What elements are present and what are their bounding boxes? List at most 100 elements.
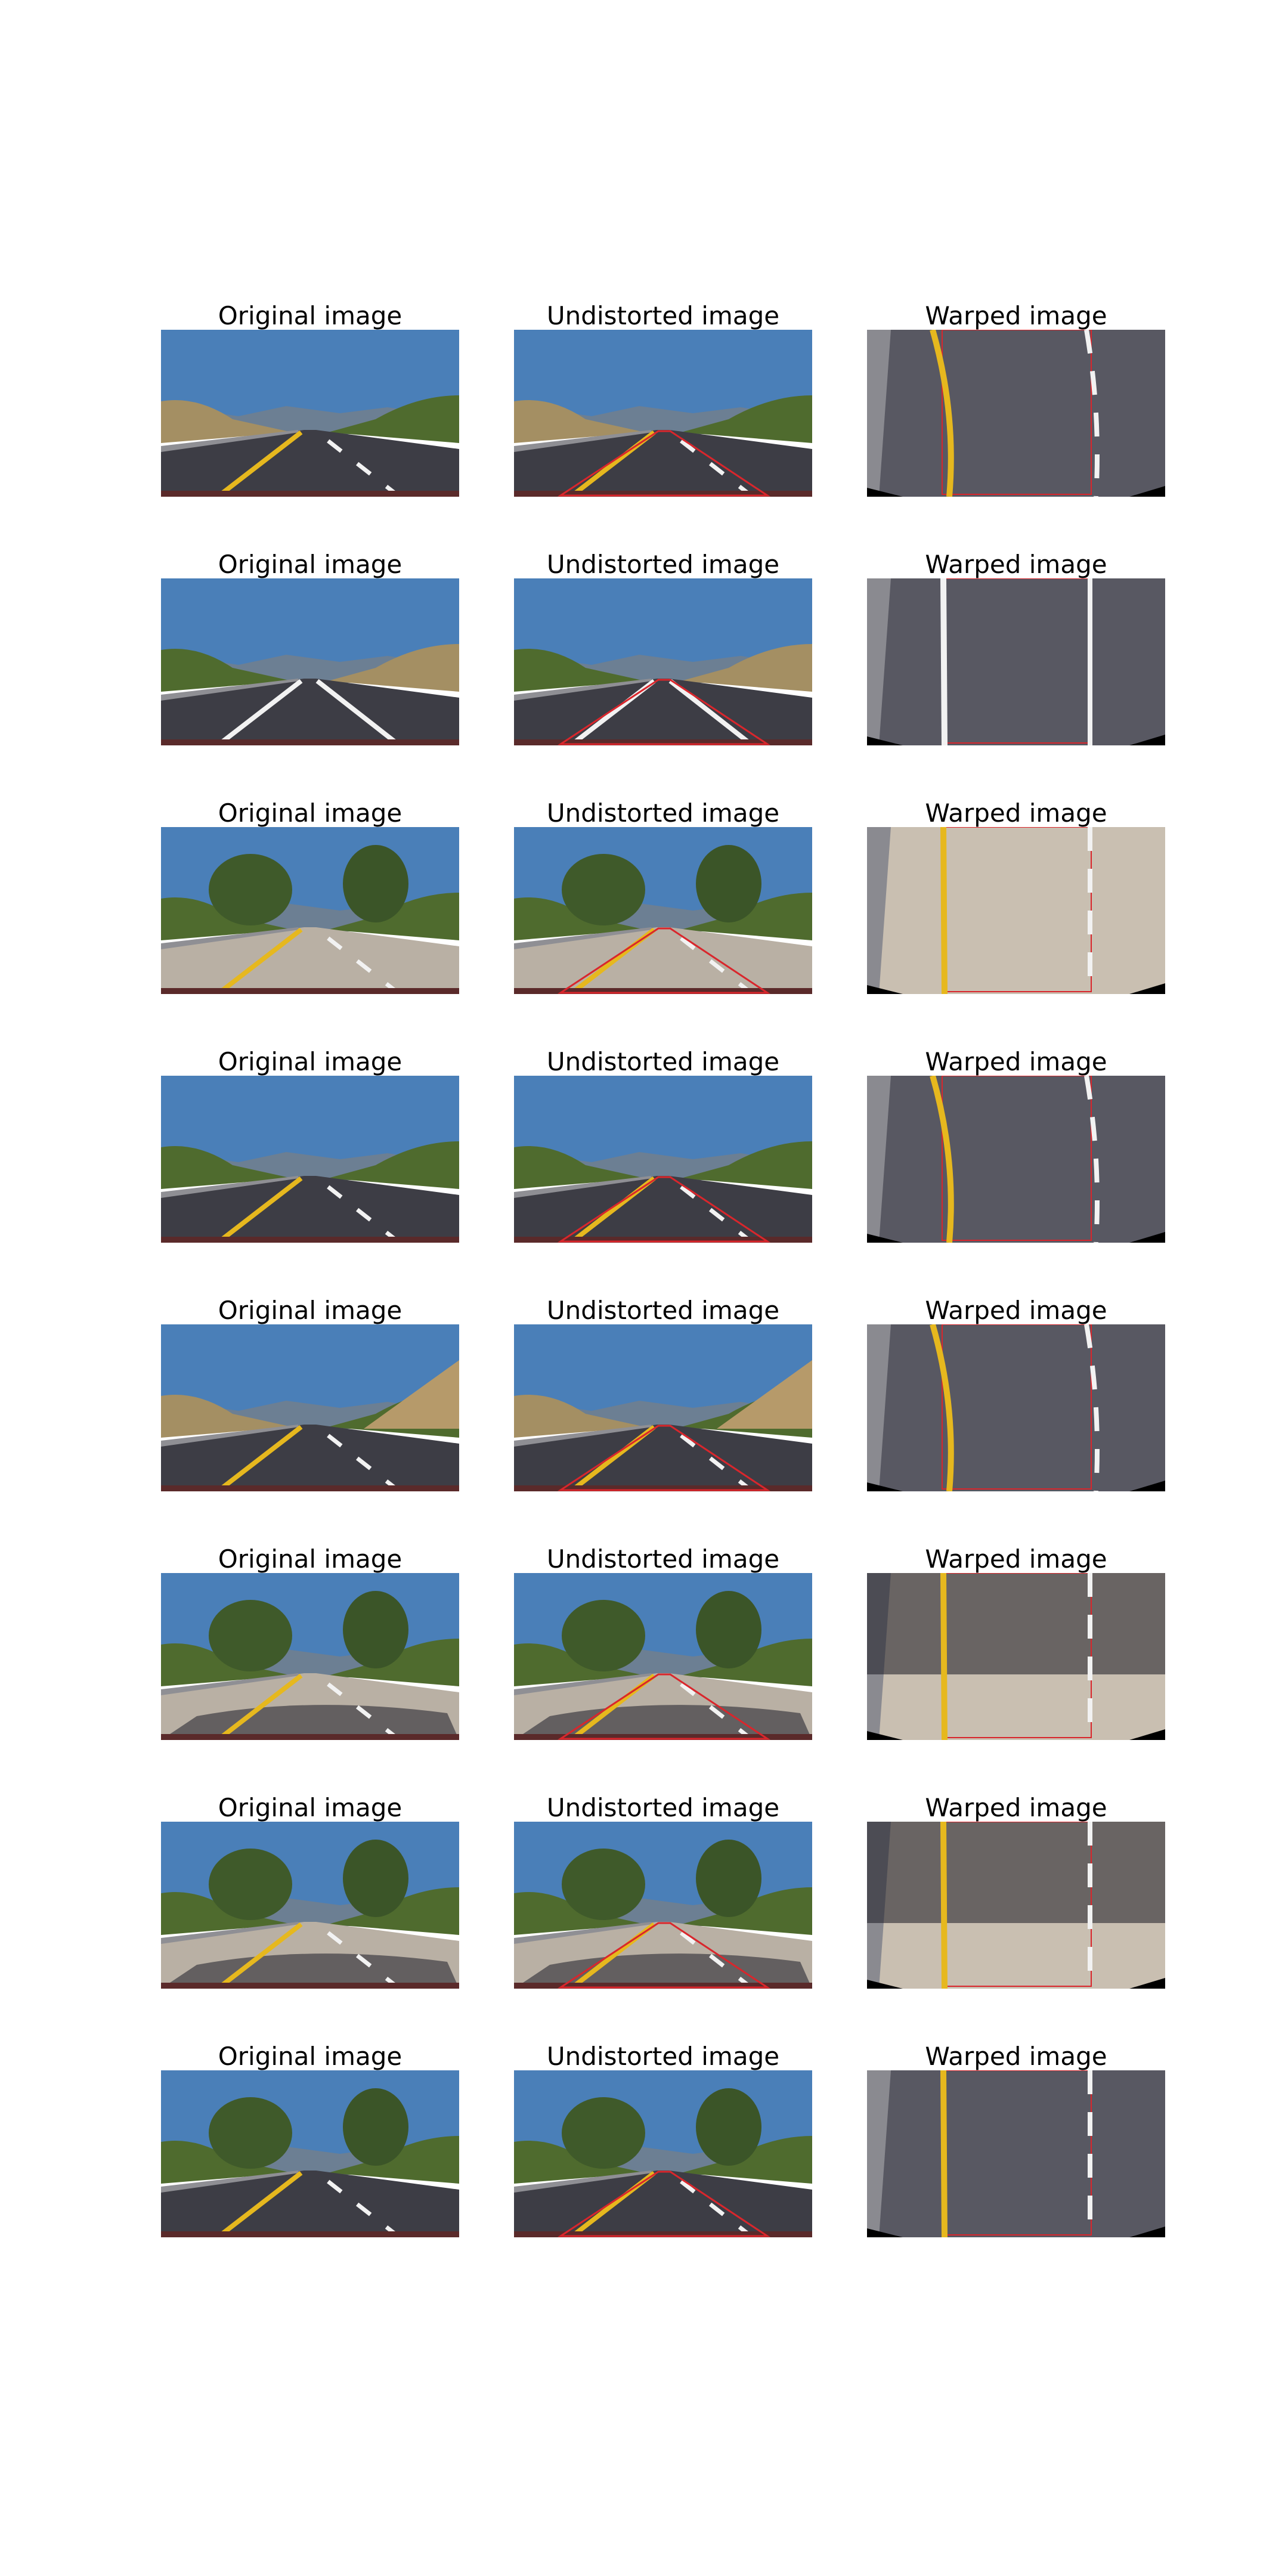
original-road-image xyxy=(161,1076,459,1243)
warped-road-image xyxy=(867,827,1165,994)
panel-title: Warped image xyxy=(925,1544,1107,1574)
warped-road-image xyxy=(867,1076,1165,1243)
road-surface xyxy=(514,430,812,497)
warped-left-lane xyxy=(940,1822,948,1989)
original-road-image xyxy=(161,2070,459,2237)
figure-panel-undistorted: Undistorted image xyxy=(514,1048,812,1243)
figure-panel-original: Original image xyxy=(161,800,459,994)
panel-title: Undistorted image xyxy=(546,798,780,828)
figure-panel-warped: Warped image xyxy=(867,1546,1165,1740)
panel-title: Original image xyxy=(218,1296,402,1325)
original-road-image xyxy=(161,1324,459,1491)
road-surface xyxy=(514,679,812,745)
road-surface xyxy=(161,1176,459,1243)
panel-title: Warped image xyxy=(925,550,1107,579)
car-hood xyxy=(161,491,459,497)
panel-title: Original image xyxy=(218,1544,402,1574)
original-road-image xyxy=(161,1573,459,1740)
tree-right xyxy=(696,2088,761,2166)
road-surface xyxy=(161,927,459,994)
figure-panel-undistorted: Undistorted image xyxy=(514,1546,812,1740)
figure-panel-original: Original image xyxy=(161,1546,459,1740)
tree-right xyxy=(343,2088,408,2166)
figure-panel-original: Original image xyxy=(161,302,459,497)
warped-left-lane xyxy=(940,1573,948,1740)
warped-surface xyxy=(867,827,1165,994)
panel-title: Warped image xyxy=(925,1047,1107,1076)
figure-panel-original: Original image xyxy=(161,1794,459,1989)
undistorted-road-image xyxy=(514,330,812,497)
figure-panel-original: Original image xyxy=(161,1297,459,1491)
tree-left xyxy=(209,854,292,925)
image-grid: Original image Undistorted image Warped im… xyxy=(0,0,1288,2576)
warped-surface xyxy=(867,1076,1165,1243)
panel-title: Original image xyxy=(218,301,402,330)
panel-title: Original image xyxy=(218,550,402,579)
undistorted-road-image xyxy=(514,2070,812,2237)
figure-panel-warped: Warped image xyxy=(867,2043,1165,2237)
figure-panel-warped: Warped image xyxy=(867,800,1165,994)
tree-right xyxy=(343,1840,408,1917)
road-surface xyxy=(161,1425,459,1491)
warped-surface xyxy=(867,578,1165,745)
figure-panel-undistorted: Undistorted image xyxy=(514,551,812,745)
original-road-image xyxy=(161,827,459,994)
panel-title: Original image xyxy=(218,1793,402,1822)
panel-title: Warped image xyxy=(925,301,1107,330)
figure-panel-undistorted: Undistorted image xyxy=(514,302,812,497)
undistorted-road-image xyxy=(514,1573,812,1740)
undistorted-road-image xyxy=(514,1076,812,1243)
warped-shadow xyxy=(867,1573,1165,1674)
figure-panel-warped: Warped image xyxy=(867,302,1165,497)
tree-left xyxy=(562,1600,645,1671)
panel-title: Undistorted image xyxy=(546,1047,780,1076)
undistorted-road-image xyxy=(514,1822,812,1989)
warped-road-image xyxy=(867,1324,1165,1491)
car-hood xyxy=(161,1485,459,1491)
road-surface xyxy=(514,1176,812,1243)
original-road-image xyxy=(161,330,459,497)
original-road-image xyxy=(161,1822,459,1989)
road-surface xyxy=(161,430,459,497)
tree-left xyxy=(209,2097,292,2169)
undistorted-road-image xyxy=(514,1324,812,1491)
figure-panel-undistorted: Undistorted image xyxy=(514,2043,812,2237)
figure-panel-warped: Warped image xyxy=(867,1297,1165,1491)
panel-title: Original image xyxy=(218,2042,402,2071)
car-hood xyxy=(161,739,459,745)
tree-right xyxy=(696,1840,761,1917)
road-surface xyxy=(514,927,812,994)
car-hood xyxy=(161,1734,459,1740)
figure-panel-warped: Warped image xyxy=(867,551,1165,745)
figure-panel-original: Original image xyxy=(161,1048,459,1243)
road-surface xyxy=(514,1425,812,1491)
original-road-image xyxy=(161,578,459,745)
panel-title: Undistorted image xyxy=(546,2042,780,2071)
car-hood xyxy=(161,1983,459,1989)
car-hood xyxy=(161,988,459,994)
panel-title: Warped image xyxy=(925,1793,1107,1822)
tree-left xyxy=(209,1849,292,1920)
figure-panel-undistorted: Undistorted image xyxy=(514,800,812,994)
warped-surface xyxy=(867,2070,1165,2237)
panel-title: Warped image xyxy=(925,1296,1107,1325)
panel-title: Undistorted image xyxy=(546,1296,780,1325)
panel-title: Original image xyxy=(218,1047,402,1076)
panel-title: Undistorted image xyxy=(546,1544,780,1574)
tree-right xyxy=(343,845,408,922)
warped-road-image xyxy=(867,330,1165,497)
panel-title: Warped image xyxy=(925,2042,1107,2071)
figure-panel-warped: Warped image xyxy=(867,1794,1165,1989)
warped-left-lane xyxy=(940,827,948,994)
car-hood xyxy=(161,1237,459,1243)
figure-panel-original: Original image xyxy=(161,2043,459,2237)
panel-title: Undistorted image xyxy=(546,550,780,579)
figure-panel-original: Original image xyxy=(161,551,459,745)
warped-road-image xyxy=(867,578,1165,745)
panel-title: Undistorted image xyxy=(546,1793,780,1822)
figure-panel-undistorted: Undistorted image xyxy=(514,1794,812,1989)
figure-panel-undistorted: Undistorted image xyxy=(514,1297,812,1491)
warped-left-lane xyxy=(940,2070,948,2237)
road-surface xyxy=(161,2171,459,2237)
car-hood xyxy=(161,2231,459,2237)
